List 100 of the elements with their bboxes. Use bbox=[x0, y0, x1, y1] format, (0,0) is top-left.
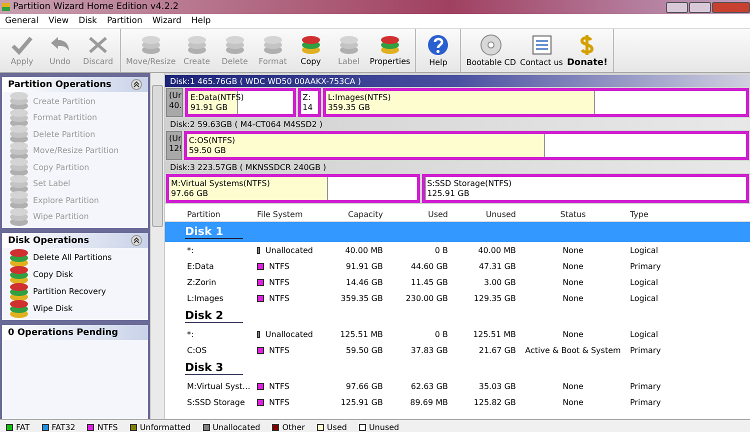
table-cell-text: E:Data bbox=[186, 262, 215, 270]
partition-block[interactable]: L:Images(NTFS) 359.35 GB bbox=[322, 88, 749, 117]
menu-item[interactable]: Partition bbox=[102, 16, 148, 26]
partition-block[interactable]: C:OS(NTFS) 59.50 GB bbox=[184, 131, 749, 160]
disk-stack-icon bbox=[8, 282, 30, 302]
column-header[interactable]: Used bbox=[385, 210, 450, 218]
column-header[interactable]: Type bbox=[628, 210, 750, 218]
table-cell-text: None bbox=[562, 278, 584, 286]
table-cell-text: 0 B bbox=[434, 330, 449, 338]
partition-size: 91.91 GB bbox=[190, 103, 229, 113]
table-cell-text: 359.35 GB bbox=[340, 294, 384, 302]
menu-item[interactable]: Wizard bbox=[147, 16, 186, 26]
operation-item[interactable]: Copy Disk bbox=[2, 266, 148, 283]
operation-item[interactable]: Delete All Partitions bbox=[2, 249, 148, 266]
table-cell-text: 125.51 MB bbox=[472, 330, 517, 338]
minimize-button[interactable] bbox=[666, 2, 688, 12]
table-cell-text: Logical bbox=[629, 330, 660, 338]
table-cell-text: 91.91 GB bbox=[344, 262, 384, 270]
partition-block[interactable]: S:SSD Storage(NTFS) 125.91 GB bbox=[422, 174, 749, 203]
partition-block[interactable]: E:Data(NTFS) 91.91 GB bbox=[185, 88, 296, 117]
table-cell: NTFS bbox=[269, 278, 290, 286]
table-cell-text: 59.50 GB bbox=[344, 346, 384, 354]
legend-label: FAT bbox=[16, 422, 30, 432]
menu-item[interactable]: General bbox=[0, 16, 44, 26]
maximize-button[interactable] bbox=[689, 2, 711, 12]
legend-label: NTFS bbox=[97, 422, 118, 432]
table-cell-text: L:Images bbox=[186, 294, 224, 302]
partition-size: 97.66 GB bbox=[171, 189, 210, 199]
disk-stack-icon bbox=[8, 108, 30, 128]
toolbar-button[interactable]: Contact us bbox=[518, 29, 565, 72]
legend-label: Unallocated bbox=[212, 422, 260, 432]
partition-size: 40. bbox=[169, 101, 182, 111]
table-cell-text: None bbox=[562, 294, 584, 302]
table-cell-text: None bbox=[562, 330, 584, 338]
disk-stack-icon bbox=[224, 35, 246, 55]
column-header[interactable]: Partition bbox=[185, 210, 255, 218]
table-cell-text: Primary bbox=[629, 346, 662, 354]
legend-label: Unused bbox=[368, 422, 400, 432]
table-cell-text: 35.03 GB bbox=[478, 382, 517, 390]
table-cell-text: M:Virtual Syst… bbox=[186, 382, 252, 390]
disk-group-header[interactable]: Disk 3 bbox=[165, 358, 750, 378]
disk-header[interactable]: Disk:2 59.63GB ( M4-CT064 M4SSD2 ) bbox=[165, 118, 750, 130]
table-cell-text: Logical bbox=[629, 278, 660, 286]
disk-stack-icon bbox=[186, 35, 208, 55]
disk-stack-icon bbox=[8, 206, 30, 227]
collapse-button[interactable] bbox=[131, 79, 142, 90]
table-cell-text: Primary bbox=[629, 398, 662, 406]
partition-name: M:Virtual Systems(NTFS) bbox=[171, 179, 270, 189]
partition-block[interactable]: Z: 14 bbox=[298, 88, 321, 117]
table-cell-text: None bbox=[562, 382, 584, 390]
menu-item[interactable]: Help bbox=[186, 16, 216, 26]
table-cell-text: Logical bbox=[629, 246, 660, 254]
disk-stack-icon bbox=[8, 140, 30, 161]
table-cell-text: *: bbox=[186, 246, 195, 254]
toolbar-button[interactable]: Donate! bbox=[564, 29, 610, 72]
toolbar-button[interactable]: Bootable CD bbox=[464, 29, 518, 72]
operation-item[interactable]: Wipe Disk bbox=[2, 300, 148, 317]
disk-header[interactable]: Disk:1 465.76GB ( WDC WD50 00AAKX-753CA ) bbox=[165, 75, 750, 87]
close-button[interactable] bbox=[712, 2, 750, 12]
operation-item[interactable]: Partition Recovery bbox=[2, 283, 148, 300]
table-cell-text: 125.82 GB bbox=[472, 398, 517, 406]
column-header[interactable]: Unused bbox=[450, 210, 518, 218]
window-title: Partition Wizard Home Edition v4.2.2 bbox=[13, 2, 180, 12]
legend-label: Unformatted bbox=[140, 422, 191, 432]
disk-stack-icon bbox=[300, 35, 322, 55]
table-cell-text: Z:Zorin bbox=[186, 278, 218, 286]
checkmark-icon bbox=[11, 35, 33, 55]
table-cell-text: Active & Boot & System bbox=[524, 346, 622, 354]
table-cell-text: 37.83 GB bbox=[410, 346, 449, 354]
column-header[interactable]: File System bbox=[255, 210, 315, 218]
disk-stack-icon bbox=[8, 124, 30, 144]
section-title: 0 Operations Pending bbox=[8, 328, 118, 338]
disk-group-header[interactable]: Disk 2 bbox=[165, 306, 750, 326]
menu-item[interactable]: Disk bbox=[74, 16, 102, 26]
toolbar-button[interactable]: Copy bbox=[292, 29, 330, 72]
partition-block[interactable]: (Ur 40. bbox=[166, 88, 184, 117]
table-cell-text: 97.66 GB bbox=[344, 382, 384, 390]
disk-header[interactable]: Disk:3 223.57GB ( MKNSSDCR 240GB ) bbox=[165, 161, 750, 173]
table-cell-text: 62.63 GB bbox=[410, 382, 449, 390]
scrollbar[interactable] bbox=[150, 73, 165, 419]
table-cell-text: C:OS bbox=[186, 346, 208, 354]
table-cell-text: 14.46 GB bbox=[344, 278, 384, 286]
disk-stack-icon bbox=[8, 190, 30, 210]
table-cell-text: *: bbox=[186, 330, 195, 338]
table-cell: NTFS bbox=[269, 382, 290, 390]
column-header[interactable]: Status bbox=[518, 210, 628, 218]
column-header[interactable]: Capacity bbox=[315, 210, 385, 218]
legend-label: Other bbox=[282, 422, 305, 432]
disk-stack-icon bbox=[8, 264, 30, 284]
help-icon bbox=[427, 34, 450, 56]
toolbar-button[interactable]: Help bbox=[419, 29, 458, 72]
menu-item[interactable]: View bbox=[44, 16, 74, 26]
table-cell-text: S:SSD Storage bbox=[186, 398, 246, 406]
partition-name: S:SSD Storage(NTFS) bbox=[427, 179, 512, 189]
collapse-button[interactable] bbox=[131, 235, 142, 246]
checklist-icon bbox=[530, 34, 552, 56]
table-cell-text: Primary bbox=[629, 382, 662, 390]
disk-stack-icon bbox=[140, 35, 162, 55]
partition-block[interactable]: M:Virtual Systems(NTFS) 97.66 GB bbox=[166, 174, 420, 203]
toolbar-button[interactable]: Properties bbox=[368, 29, 412, 72]
